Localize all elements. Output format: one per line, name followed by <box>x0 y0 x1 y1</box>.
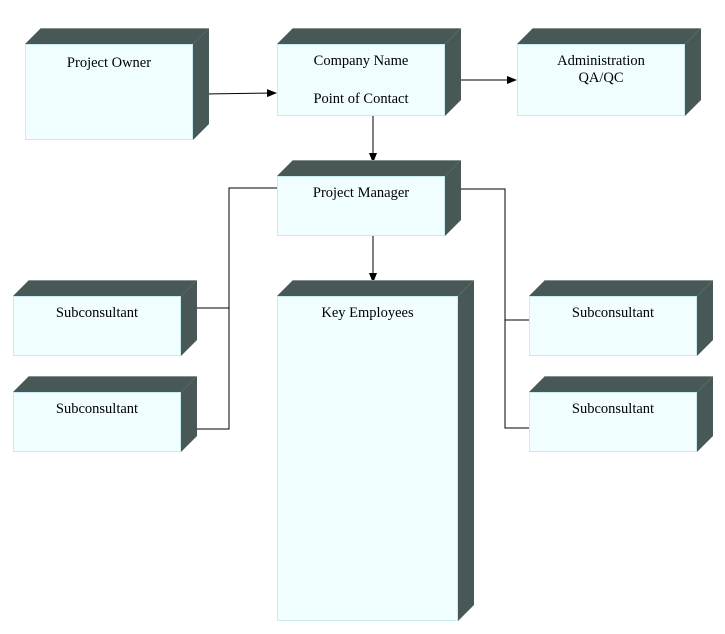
edge-owner-company <box>204 89 277 98</box>
node-label: Subconsultant <box>571 305 655 321</box>
box-side-face <box>458 280 474 621</box>
node-sub-r1: Subconsultant <box>529 280 713 356</box>
box-top-face <box>517 28 701 44</box>
node-label: Project Manager <box>312 185 410 201</box>
node-sub-l2: Subconsultant <box>13 376 197 452</box>
node-sub-l1: Subconsultant <box>13 280 197 356</box>
box-front-face: Project Owner <box>25 44 193 140</box>
node-label: Company Name <box>313 53 409 69</box>
node-owner: Project Owner <box>25 28 209 140</box>
node-label: Point of Contact <box>313 91 409 107</box>
box-front-face: Company Name Point of Contact <box>277 44 445 116</box>
node-admin: Administration QA/QC <box>517 28 701 116</box>
box-top-face <box>529 376 713 392</box>
box-top-face <box>529 280 713 296</box>
box-front-face: Subconsultant <box>529 392 697 452</box>
node-label: QA/QC <box>578 70 624 86</box>
node-key: Key Employees <box>277 280 474 621</box>
node-label: Administration <box>557 53 645 69</box>
node-company: Company Name Point of Contact <box>277 28 461 116</box>
box-front-face: Key Employees <box>277 296 458 621</box>
node-label: Subconsultant <box>571 401 655 417</box>
node-label: Subconsultant <box>55 401 139 417</box>
box-top-face <box>13 280 197 296</box>
box-front-face: Project Manager <box>277 176 445 236</box>
box-top-face <box>25 28 209 44</box>
box-side-face <box>193 28 209 140</box>
box-top-face <box>277 280 474 296</box>
node-label: Project Owner <box>66 55 152 71</box>
box-front-face: Administration QA/QC <box>517 44 685 116</box>
box-front-face: Subconsultant <box>529 296 697 356</box>
box-front-face: Subconsultant <box>13 296 181 356</box>
box-front-face: Subconsultant <box>13 392 181 452</box>
node-pm: Project Manager <box>277 160 461 236</box>
node-label: Subconsultant <box>55 305 139 321</box>
node-label: Key Employees <box>321 305 414 321</box>
box-top-face <box>277 28 461 44</box>
box-top-face <box>13 376 197 392</box>
node-sub-r2: Subconsultant <box>529 376 713 452</box>
box-top-face <box>277 160 461 176</box>
